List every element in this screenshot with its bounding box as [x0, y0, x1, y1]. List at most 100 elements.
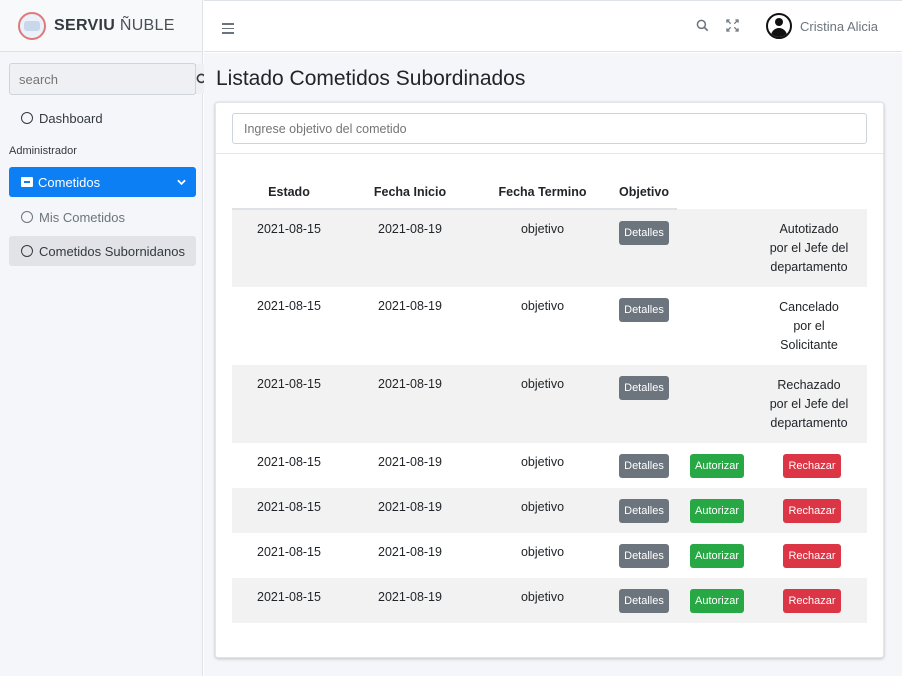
archive-icon: [21, 177, 33, 187]
user-name[interactable]: Cristina Alicia: [800, 19, 878, 34]
detalles-button[interactable]: Detalles: [619, 499, 669, 523]
column-header-blank: [677, 175, 757, 209]
cell-fecha-termino: objetivo: [474, 209, 611, 287]
brand-suffix: ÑUBLE: [119, 16, 175, 34]
objective-filter-input[interactable]: [232, 113, 867, 144]
autorizar-button[interactable]: Autorizar: [689, 454, 745, 478]
cell-fecha-termino: objetivo: [474, 578, 611, 623]
cell-estado: 2021-08-15: [232, 365, 346, 443]
detalles-button[interactable]: Detalles: [619, 376, 669, 400]
detalles-button[interactable]: Detalles: [619, 589, 669, 613]
hamburger-icon[interactable]: [222, 23, 234, 37]
cell-autorizar: Autorizar: [677, 443, 757, 488]
cell-rechazar: Rechazar: [757, 578, 867, 623]
table-row: 2021-08-15 2021-08-19 objetivo Detalles …: [232, 488, 867, 533]
cell-objetivo: Detalles: [611, 287, 677, 365]
cell-fecha-inicio: 2021-08-19: [378, 299, 442, 313]
cell-estado: 2021-08-15: [232, 578, 346, 623]
detalles-button[interactable]: Detalles: [619, 454, 669, 478]
cell-fecha-inicio: 2021-08-19: [346, 209, 474, 287]
user-avatar-icon[interactable]: [766, 13, 792, 39]
detalles-button[interactable]: Detalles: [619, 544, 669, 568]
table-row: 2021-08-15 2021-08-19 objetivo Detalles …: [232, 287, 867, 365]
cell-fecha-inicio: 2021-08-19: [378, 545, 442, 559]
status-text-line: por el: [793, 319, 825, 333]
table-row: 2021-08-15 2021-08-19 objetivo Detalles …: [232, 443, 867, 488]
cell-fecha-inicio: 2021-08-19: [346, 578, 474, 623]
top-navbar: Cristina Alicia: [204, 0, 902, 52]
detalles-button[interactable]: Detalles: [619, 298, 669, 322]
cell-fecha-inicio: 2021-08-19: [346, 488, 474, 533]
status-text-line: departamento: [770, 416, 848, 430]
sidebar-search: [9, 63, 209, 95]
sidebar-item-dashboard[interactable]: Dashboard: [9, 103, 196, 133]
cometidos-table: Estado Fecha Inicio Fecha Termino Objeti…: [232, 175, 867, 623]
expand-icon[interactable]: [726, 19, 739, 32]
autorizar-button[interactable]: Autorizar: [689, 499, 745, 523]
rechazar-button[interactable]: Rechazar: [783, 454, 841, 478]
brand-text: SERVIU ÑUBLE: [54, 17, 175, 35]
page-title: Listado Cometidos Subordinados: [216, 67, 526, 90]
circle-icon: [21, 211, 33, 223]
column-header-estado: Estado: [232, 175, 346, 210]
cell-fecha-termino: objetivo: [520, 299, 565, 313]
autorizar-button[interactable]: Autorizar: [689, 544, 745, 568]
cell-autorizar: Autorizar: [677, 578, 757, 623]
table-header-row: Estado Fecha Inicio Fecha Termino Objeti…: [232, 175, 867, 210]
brand-name: SERVIU: [54, 16, 116, 34]
cell-status: Cancelado por el Solicitante: [757, 287, 867, 365]
brand-link[interactable]: SERVIU ÑUBLE: [0, 0, 202, 52]
detalles-button[interactable]: Detalles: [619, 221, 669, 245]
sidebar-item-mis-cometidos[interactable]: Mis Cometidos: [9, 202, 196, 232]
circle-icon: [21, 245, 33, 257]
cell-objetivo: Detalles: [611, 365, 677, 443]
circle-icon: [21, 112, 33, 124]
rechazar-button[interactable]: Rechazar: [783, 544, 841, 568]
chevron-down-icon: [177, 179, 186, 185]
content-wrapper: Listado Cometidos Subordinados Estado Fe…: [204, 53, 902, 676]
cell-autorizar: Autorizar: [677, 488, 757, 533]
sidebar-item-label: Mis Cometidos: [39, 209, 125, 225]
sidebar-item-cometidos[interactable]: Cometidos: [9, 167, 196, 197]
cell-estado: 2021-08-15: [257, 299, 321, 313]
cell-status: Autotizado por el Jefe del departamento: [757, 209, 867, 287]
status-text-line: por el Jefe del: [769, 397, 849, 411]
cell-estado: 2021-08-15: [232, 488, 346, 533]
brand-logo-icon: [18, 11, 46, 40]
cell-estado: 2021-08-15: [257, 455, 321, 469]
cell-empty: [677, 365, 757, 443]
table-row: 2021-08-15 2021-08-19 objetivo Detalles …: [232, 533, 867, 578]
autorizar-button[interactable]: Autorizar: [689, 589, 745, 613]
cell-rechazar: Rechazar: [757, 443, 867, 488]
sidebar-item-cometidos-subordinados[interactable]: Cometidos Subornidanos: [9, 236, 196, 266]
cell-empty: [677, 209, 757, 287]
status-text-line: departamento: [770, 260, 848, 274]
sidebar-item-label: Cometidos Subornidanos: [39, 243, 185, 259]
column-header-blank: [757, 175, 867, 209]
cell-objetivo: Detalles: [611, 533, 677, 578]
sidebar-item-label: Cometidos: [38, 174, 101, 190]
rechazar-button[interactable]: Rechazar: [783, 499, 841, 523]
column-header-fecha-termino: Fecha Termino: [474, 175, 611, 210]
cell-estado: 2021-08-15: [257, 545, 321, 559]
sidebar-section-header: Administrador: [9, 145, 77, 157]
rechazar-button[interactable]: Rechazar: [783, 589, 841, 613]
column-header-fecha-inicio: Fecha Inicio: [346, 175, 474, 210]
sidebar-search-input[interactable]: [10, 64, 195, 94]
cell-fecha-inicio: 2021-08-19: [378, 455, 442, 469]
cell-objetivo: Detalles: [611, 488, 677, 533]
table-row: 2021-08-15 2021-08-19 objetivo Detalles …: [232, 578, 867, 623]
status-text-line: Rechazado: [777, 378, 841, 392]
cell-rechazar: Rechazar: [757, 533, 867, 578]
cell-autorizar: Autorizar: [677, 533, 757, 578]
sidebar-item-label: Dashboard: [39, 110, 103, 126]
cell-empty: [677, 287, 757, 365]
sidebar: SERVIU ÑUBLE Dashboard Administrador Com…: [0, 0, 209, 676]
search-icon[interactable]: [696, 19, 709, 32]
status-text-line: Solicitante: [780, 338, 838, 352]
cell-fecha-termino: objetivo: [520, 545, 565, 559]
cell-fecha-termino: objetivo: [474, 365, 611, 443]
status-text-line: Cancelado: [779, 300, 839, 314]
cell-fecha-termino: objetivo: [474, 488, 611, 533]
cell-estado: 2021-08-15: [232, 209, 346, 287]
